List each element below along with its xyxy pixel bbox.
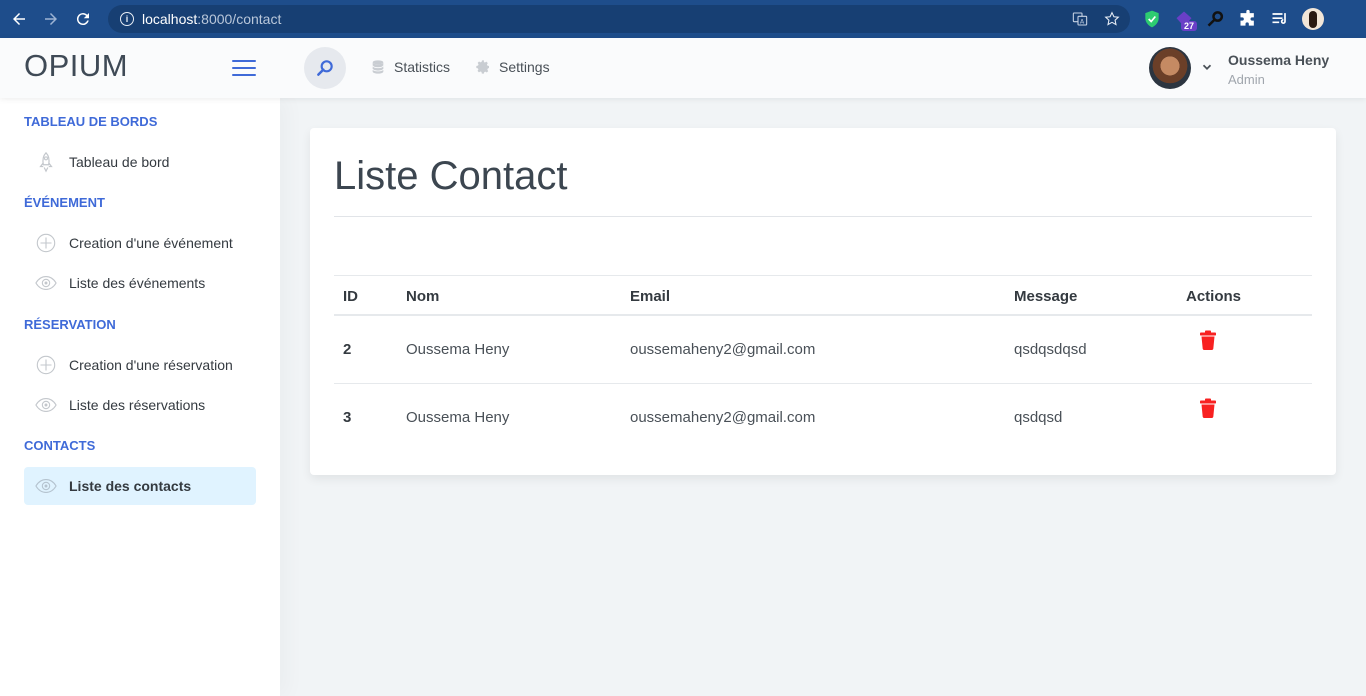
star-icon[interactable] [1104,11,1120,27]
column-header-nom: Nom [406,288,440,305]
sidebar-item-label: Tableau de bord [69,154,170,170]
key-extension-icon[interactable] [1206,9,1226,29]
info-icon[interactable]: i [120,12,134,26]
contact-list-card: Liste Contact ID Nom Email Message Actio… [310,128,1336,475]
cell-email: oussemaheny2@gmail.com [630,341,816,358]
menu-toggle-icon[interactable] [232,60,256,76]
table-header: ID Nom Email Message Actions [334,275,1312,316]
chevron-down-icon[interactable] [1200,60,1214,74]
gear-icon [476,60,489,74]
search-button[interactable] [304,47,346,89]
sidebar-item-liste-evenements[interactable]: Liste des événements [24,264,256,302]
trash-icon [1200,398,1216,418]
column-header-email: Email [630,288,671,305]
statistics-link[interactable]: Statistics [370,59,450,75]
sidebar-item-liste-contacts[interactable]: Liste des contacts [24,467,256,505]
settings-label: Settings [499,59,550,75]
column-header-actions: Actions [1186,288,1242,305]
reload-button[interactable] [70,6,96,32]
sidebar-item-liste-reservations[interactable]: Liste des réservations [24,386,256,424]
database-icon [372,60,384,74]
plus-circle-icon [34,231,58,255]
shield-extension-icon[interactable] [1142,9,1162,29]
translate-icon[interactable]: A [1072,11,1088,27]
sidebar-item-creation-evenement[interactable]: Creation d'une événement [24,224,256,262]
column-header-message: Message [1014,288,1078,305]
address-bar[interactable]: i localhost:8000/contact A [108,5,1130,33]
sidebar: TABLEAU DE BORDS Tableau de bord ÉVÉNEME… [0,98,280,696]
cell-id: 2 [343,341,352,358]
app-logo[interactable]: OPIUM [24,48,128,84]
cell-message: qsdqsdqsd [1014,341,1087,358]
puzzle-icon[interactable] [1238,9,1258,29]
cell-email: oussemaheny2@gmail.com [630,409,816,426]
sidebar-item-label: Creation d'une réservation [69,357,233,373]
sidebar-item-label: Creation d'une événement [69,235,233,251]
extension-count-badge: 27 [1181,21,1198,31]
sidebar-item-creation-reservation[interactable]: Creation d'une réservation [24,346,256,384]
browser-toolbar: i localhost:8000/contact A 27 [0,0,1366,38]
column-header-id: ID [343,288,358,305]
table-row: 2 Oussema Heny oussemaheny2@gmail.com qs… [334,316,1312,384]
forward-button[interactable] [38,6,64,32]
back-button[interactable] [6,6,32,32]
statistics-label: Statistics [394,59,451,75]
rocket-icon [34,150,58,174]
sidebar-item-label: Liste des contacts [69,478,192,494]
app-header: OPIUM Statistics Settings Oussema Heny A… [0,38,1366,98]
media-queue-icon[interactable] [1270,9,1290,29]
cell-message: qsdqsd [1014,409,1063,426]
section-title-tableau: TABLEAU DE BORDS [24,114,158,129]
eye-icon [34,271,58,295]
cell-nom: Oussema Heny [406,341,510,358]
delete-button[interactable] [1200,398,1216,418]
arrow-right-icon [45,13,57,25]
url-text: localhost:8000/contact [142,11,282,27]
contacts-table: ID Nom Email Message Actions 2 Oussema H… [334,275,1312,452]
plus-circle-icon [34,353,58,377]
section-title-evenement: ÉVÉNEMENT [24,195,105,210]
delete-button[interactable] [1200,330,1216,350]
search-icon [317,60,333,76]
user-avatar[interactable] [1149,47,1191,89]
sidebar-item-label: Liste des événements [69,275,206,291]
user-role: Admin [1228,72,1265,87]
cell-id: 3 [343,409,352,426]
section-title-contacts: CONTACTS [24,438,96,453]
reload-icon [76,13,89,26]
table-row: 3 Oussema Heny oussemaheny2@gmail.com qs… [334,384,1312,452]
eye-icon [34,393,58,417]
eye-icon [34,474,58,498]
page-title: Liste Contact [334,154,568,198]
sidebar-item-label: Liste des réservations [69,397,206,413]
cell-nom: Oussema Heny [406,409,510,426]
arrow-left-icon [13,13,25,25]
settings-link[interactable]: Settings [475,59,550,75]
sidebar-item-tableau-de-bord[interactable]: Tableau de bord [24,143,256,181]
title-divider [334,216,1312,217]
profile-avatar-icon[interactable] [1302,8,1324,30]
user-name: Oussema Heny [1228,52,1330,68]
trash-icon [1200,330,1216,350]
section-title-reservation: RÉSERVATION [24,317,116,332]
